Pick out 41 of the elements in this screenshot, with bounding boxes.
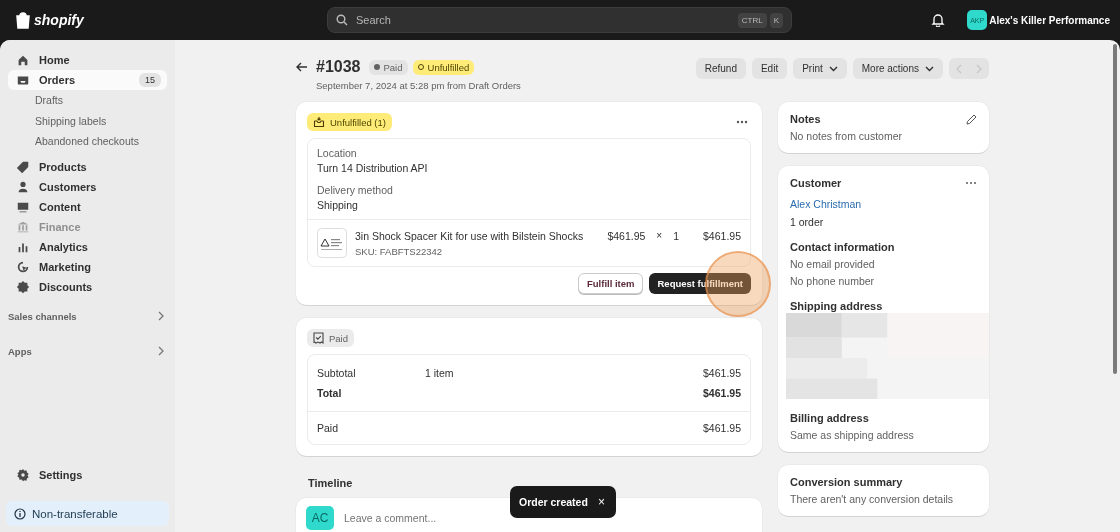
order-date: September 7, 2024 at 5:28 pm from Draft Orders <box>316 80 521 91</box>
line-total: $461.95 <box>703 230 741 242</box>
shortcut-key: CTRL <box>737 12 767 28</box>
order-title: #1038 <box>316 58 361 76</box>
product-sku: SKU: FABFTS22342 <box>355 245 444 257</box>
section-heading: Contact information <box>790 241 896 253</box>
contact-detail: No phone number <box>790 275 876 287</box>
summary-amount: $461.95 <box>703 366 741 381</box>
status-badge: Paid <box>368 59 408 75</box>
shortcut-key: K <box>769 12 783 28</box>
card-heading: Notes <box>790 113 821 125</box>
section-heading: Shipping address <box>790 300 884 312</box>
summary-label: Total <box>317 386 343 401</box>
summary-detail: 1 item <box>425 366 455 381</box>
count-badge: 15 <box>139 73 161 87</box>
quantity: 1 <box>673 230 680 242</box>
payment-status-badge: Paid <box>307 329 354 347</box>
status-badge: Unfulfilled <box>412 59 475 75</box>
summary-amount: $461.95 <box>703 386 741 401</box>
field-value: Shipping <box>317 199 359 211</box>
card-heading: Customer <box>790 177 842 189</box>
summary-label: Subtotal <box>317 366 357 381</box>
order-count: 1 order <box>790 216 825 228</box>
times-sign: × <box>656 230 663 241</box>
contact-detail: No email provided <box>790 258 876 270</box>
toast-message: Order created <box>519 496 588 508</box>
conversion-text: There aren't any conversion details <box>790 493 955 505</box>
section-heading: Billing address <box>790 412 870 424</box>
summary-amount: $461.95 <box>703 421 741 436</box>
summary-label: Paid <box>317 421 339 436</box>
card-heading: Conversion summary <box>790 476 904 488</box>
field-label: Location <box>317 147 358 159</box>
unit-price: $461.95 <box>607 230 646 242</box>
fulfillment-status-badge: Unfulfilled (1) <box>307 113 392 131</box>
user-avatar: AC <box>306 506 334 530</box>
billing-text: Same as shipping address <box>790 429 915 441</box>
field-value: Turn 14 Distribution API <box>317 162 429 174</box>
field-label: Delivery method <box>317 184 394 196</box>
notes-text: No notes from customer <box>790 130 904 142</box>
timeline-heading: Timeline <box>308 477 354 489</box>
brand-name: shopify <box>34 12 84 28</box>
